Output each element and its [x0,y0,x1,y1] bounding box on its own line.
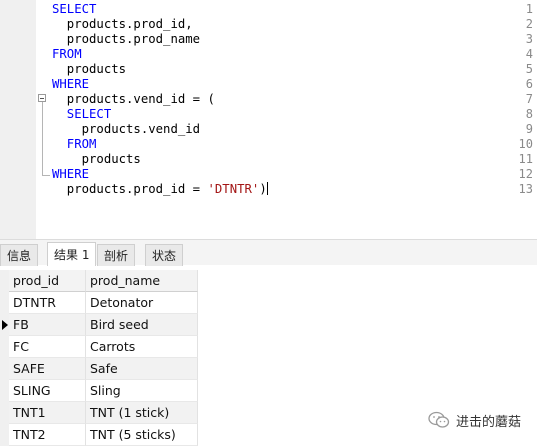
row-indicator[interactable] [0,380,9,402]
cell-prod-id[interactable]: TNT2 [9,424,86,446]
table-row[interactable]: DTNTR Detonator [0,292,198,314]
code-line: products [52,62,126,77]
row-indicator[interactable] [0,292,9,314]
code-line: WHERE [52,167,89,182]
cell-prod-id[interactable]: FC [9,336,86,358]
code-line: FROM [52,137,97,152]
tab-profile[interactable]: 剖析 [97,244,136,266]
cell-prod-id[interactable]: DTNTR [9,292,86,314]
line-number: 12 [518,167,533,181]
text-caret [266,182,268,195]
row-indicator[interactable] [0,314,9,336]
cell-prod-name[interactable]: TNT (1 stick) [86,402,198,424]
code-text: products.prod_name [52,32,201,46]
line-number: 5 [525,62,533,76]
table-row[interactable]: FC Carrots [0,336,198,358]
code-line: SELECT [52,107,111,122]
row-indicator[interactable] [0,336,9,358]
table-row[interactable]: FB Bird seed [0,314,198,336]
line-number: 2 [525,17,533,31]
cell-prod-id[interactable]: FB [9,314,86,336]
code-line: products.vend_id = ( [52,92,215,107]
line-number: 4 [525,47,533,61]
code-line: products [52,152,141,167]
line-number: 8 [525,107,533,121]
table-row[interactable]: TNT1 TNT (1 stick) [0,402,198,424]
cell-prod-name[interactable]: Sling [86,380,198,402]
line-number-gutter [0,0,36,239]
sql-keyword: FROM [52,47,82,61]
fold-guide-end [42,175,50,176]
table-row[interactable]: TNT2 TNT (5 sticks) [0,424,198,446]
line-number: 11 [518,152,533,166]
code-line: products.prod_id = 'DTNTR') [52,182,268,197]
code-text-tail: ) [259,182,267,196]
watermark-text: 进击的蘑菇 [456,414,522,430]
sql-keyword: WHERE [52,167,90,181]
table-row[interactable]: SLING Sling [0,380,198,402]
cell-prod-name[interactable]: TNT (5 sticks) [86,424,198,446]
code-line: FROM [52,47,82,62]
code-text: products.prod_id, [52,17,193,31]
string-literal: 'DTNTR' [207,182,260,196]
table-row[interactable]: SAFE Safe [0,358,198,380]
line-number: 6 [525,77,533,91]
column-header-prod-id[interactable]: prod_id [9,270,86,292]
cell-prod-id[interactable]: SLING [9,380,86,402]
code-line: SELECT [52,2,96,17]
row-indicator[interactable] [0,358,9,380]
code-text: products [52,62,127,76]
tab-result-1[interactable]: 结果 1 [47,242,97,266]
cell-prod-id[interactable]: SAFE [9,358,86,380]
cell-prod-name[interactable]: Detonator [86,292,198,314]
code-line: products.prod_id, [52,17,193,32]
sql-keyword: WHERE [52,77,90,91]
code-text: products.prod_id = [52,182,208,196]
code-line: WHERE [52,77,89,92]
row-indicator[interactable] [0,402,9,424]
cell-prod-name[interactable]: Bird seed [86,314,198,336]
wechat-icon [428,411,450,428]
sql-editor[interactable]: 1 2 3 4 5 6 7 8 9 10 11 12 13 SELECT products.prod_i… [0,0,537,239]
result-tabbar: 信息 结果 1 剖析 状态 [0,239,537,266]
tab-status[interactable]: 状态 [145,244,184,266]
cell-prod-id[interactable]: TNT1 [9,402,86,424]
line-number: 10 [518,137,533,151]
fold-toggle-icon[interactable] [38,94,46,102]
code-line: products.prod_name [52,32,200,47]
code-line: products.vend_id [52,122,200,137]
line-number: 13 [518,182,533,196]
sql-keyword: SELECT [52,2,97,16]
fold-guide-line [42,102,43,176]
code-text: products [52,152,141,166]
code-text: products.vend_id [52,122,201,136]
line-number: 3 [525,32,533,46]
row-indicator[interactable] [0,424,9,446]
column-header-prod-name[interactable]: prod_name [86,270,198,292]
sql-keyword: FROM [52,137,97,151]
code-text: products.vend_id = ( [52,92,215,106]
cell-prod-name[interactable]: Safe [86,358,198,380]
row-indicator-header [0,270,9,292]
watermark: 进击的蘑菇 [428,408,521,432]
current-row-pointer-icon [2,320,8,330]
line-number: 7 [525,92,533,106]
sql-keyword: SELECT [52,107,112,121]
line-number: 9 [525,122,533,136]
grid-header-row: prod_id prod_name [0,270,198,292]
line-number: 1 [525,2,533,16]
tab-info[interactable]: 信息 [0,244,39,266]
cell-prod-name[interactable]: Carrots [86,336,198,358]
